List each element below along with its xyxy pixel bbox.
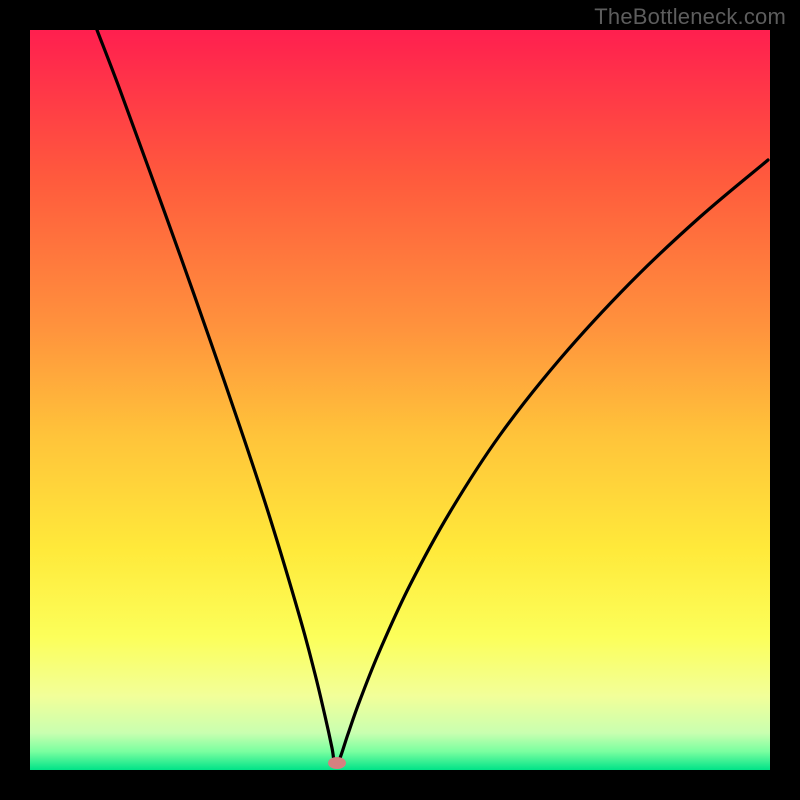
gradient-background	[30, 30, 770, 770]
minimum-marker	[328, 757, 346, 769]
plot-area	[30, 30, 770, 770]
plot-svg	[30, 30, 770, 770]
watermark-text: TheBottleneck.com	[594, 4, 786, 30]
chart-frame: TheBottleneck.com	[0, 0, 800, 800]
